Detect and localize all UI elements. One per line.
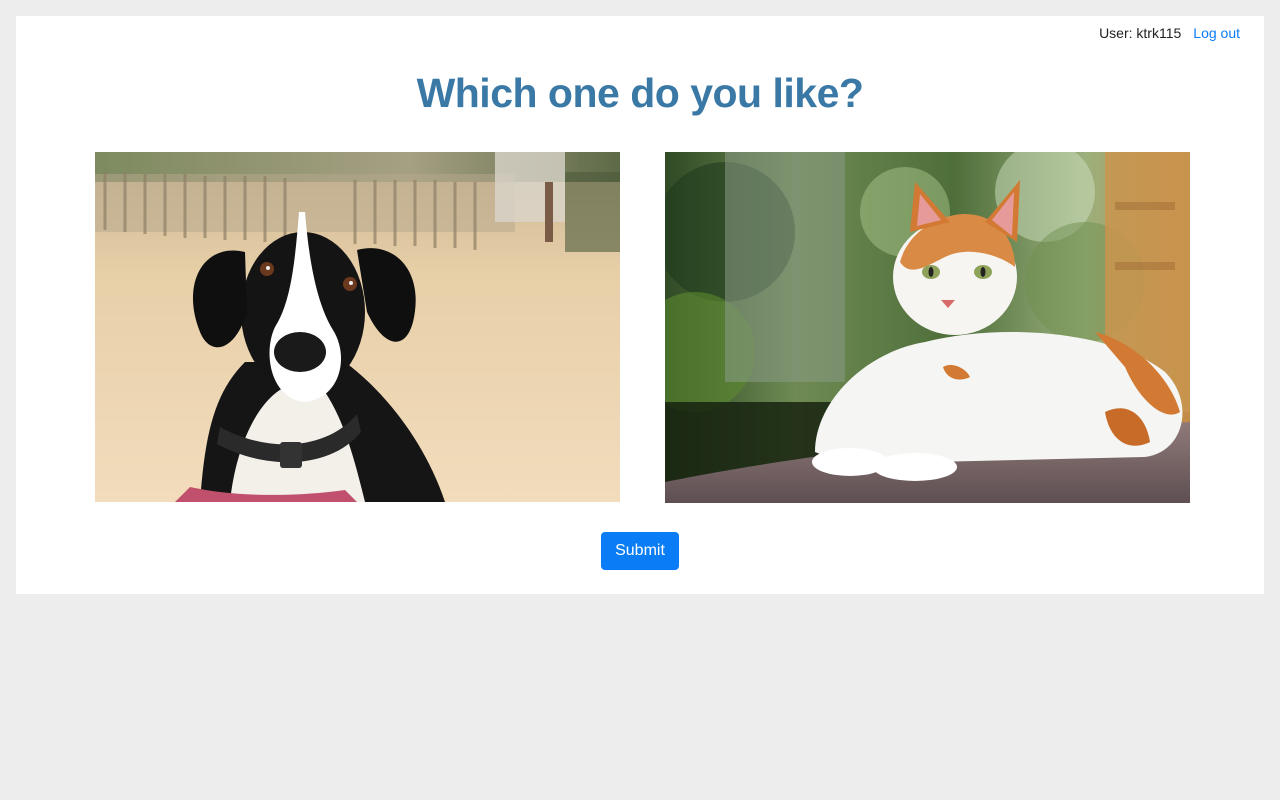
dog-photo	[95, 152, 620, 502]
user-bar: User: ktrk115 Log out	[1099, 25, 1240, 41]
dog-photo-option[interactable]	[95, 152, 620, 502]
cat-photo	[665, 152, 1190, 503]
main-card: User: ktrk115 Log out Which one do you l…	[16, 16, 1264, 594]
submit-button[interactable]: Submit	[601, 532, 679, 570]
page-title: Which one do you like?	[416, 70, 864, 116]
user-label: User: ktrk115	[1099, 25, 1182, 41]
logout-link[interactable]: Log out	[1193, 25, 1240, 41]
cat-photo-option[interactable]	[665, 152, 1190, 503]
